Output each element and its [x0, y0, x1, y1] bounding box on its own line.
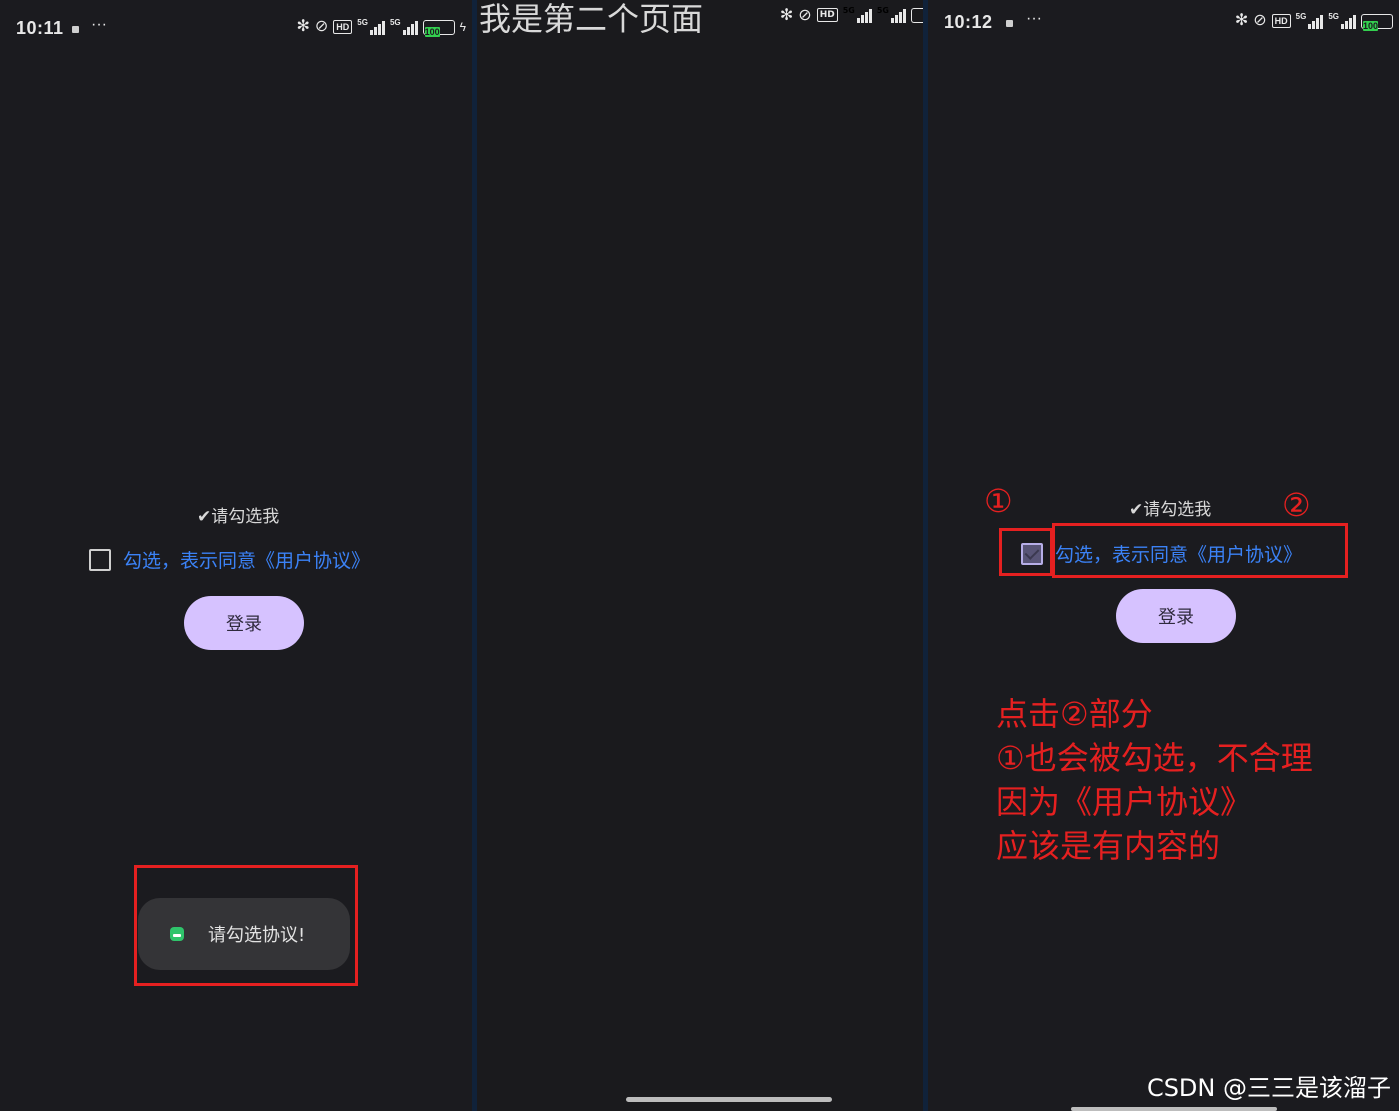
agreement-row[interactable]: 勾选，表示同意《用户协议》: [89, 546, 370, 573]
login-button[interactable]: 登录: [1116, 589, 1236, 643]
agreement-link[interactable]: 勾选，表示同意《用户协议》: [123, 546, 370, 573]
signal-icon: 5G: [390, 19, 418, 35]
link-icon: ⊘: [1253, 12, 1267, 29]
screen-second-page: 我是第二个页面 ✻ ⊘ HD 5G 5G: [477, 0, 923, 1111]
link-icon: ⊘: [314, 18, 329, 35]
status-more: ···: [1026, 10, 1042, 27]
comparison-image: 10:11 ··· ✻ ⊘ HD 5G 5G 100 ϟ ✔请勾选我 勾选，表示…: [0, 0, 1399, 1111]
signal-icon: 5G: [357, 19, 385, 35]
hd-icon: HD: [1271, 14, 1291, 28]
hd-icon: HD: [333, 20, 353, 34]
bluetooth-icon: ✻: [1234, 12, 1249, 29]
hd-icon: HD: [816, 8, 838, 22]
login-button[interactable]: 登录: [184, 596, 304, 650]
status-time: 10:11: [16, 18, 64, 38]
battery-icon: [911, 7, 923, 23]
bluetooth-icon: ✻: [296, 18, 310, 35]
notification-icon: [1006, 20, 1013, 27]
status-bar: 10:12 ··· ✻ ⊘ HD 5G 5G 100: [944, 8, 1393, 38]
notification-icon: [72, 26, 79, 33]
home-indicator[interactable]: [626, 1097, 832, 1102]
annotation-text: 点击②部分 ①也会被勾选，不合理 因为《用户协议》 应该是有内容的: [996, 692, 1313, 868]
signal-icon: 5G: [843, 7, 872, 23]
page-title: 我是第二个页面: [479, 0, 704, 38]
annotation-line: 点击②部分: [996, 695, 1153, 733]
status-icons: ✻ ⊘ HD 5G 5G 100 ϟ: [296, 18, 466, 37]
charging-icon: ϟ: [459, 20, 466, 34]
signal-icon: 5G: [877, 7, 906, 23]
marker-2: ②: [1282, 486, 1311, 524]
marker-1: ①: [984, 482, 1013, 520]
battery-icon: 100: [422, 19, 455, 37]
annotation-line: 因为《用户协议》: [996, 783, 1253, 821]
agreement-checkbox[interactable]: [89, 548, 111, 571]
status-bar: 10:11 ··· ✻ ⊘ HD 5G 5G 100 ϟ: [16, 14, 466, 44]
annotation-box-checkbox: [999, 528, 1053, 576]
screen-first-page: 10:11 ··· ✻ ⊘ HD 5G 5G 100 ϟ ✔请勾选我 勾选，表示…: [0, 0, 472, 1111]
home-indicator[interactable]: [1071, 1107, 1277, 1111]
bluetooth-icon: ✻: [779, 5, 794, 24]
signal-icon: 5G: [1296, 13, 1324, 29]
screen-first-page-checked: 10:12 ··· ✻ ⊘ HD 5G 5G 100 ✔请勾选我 勾选，表示同意…: [928, 0, 1399, 1111]
annotation-box-agreement: [1052, 523, 1348, 578]
annotation-box-toast: [134, 865, 358, 986]
check-hint: ✔请勾选我: [197, 507, 280, 527]
watermark: CSDN @三三是该溜子: [1146, 1074, 1391, 1102]
status-icons: ✻ ⊘ HD 5G 5G: [780, 6, 923, 24]
annotation-line: ①也会被勾选，不合理: [996, 739, 1313, 777]
link-icon: ⊘: [798, 5, 812, 24]
annotation-line: 应该是有内容的: [996, 827, 1221, 865]
status-icons: ✻ ⊘ HD 5G 5G 100: [1234, 12, 1393, 31]
status-more: ···: [91, 16, 107, 33]
battery-icon: 100: [1361, 13, 1393, 31]
check-hint: ✔请勾选我: [1129, 500, 1212, 520]
status-time: 10:12: [944, 12, 993, 32]
signal-icon: 5G: [1328, 13, 1356, 29]
